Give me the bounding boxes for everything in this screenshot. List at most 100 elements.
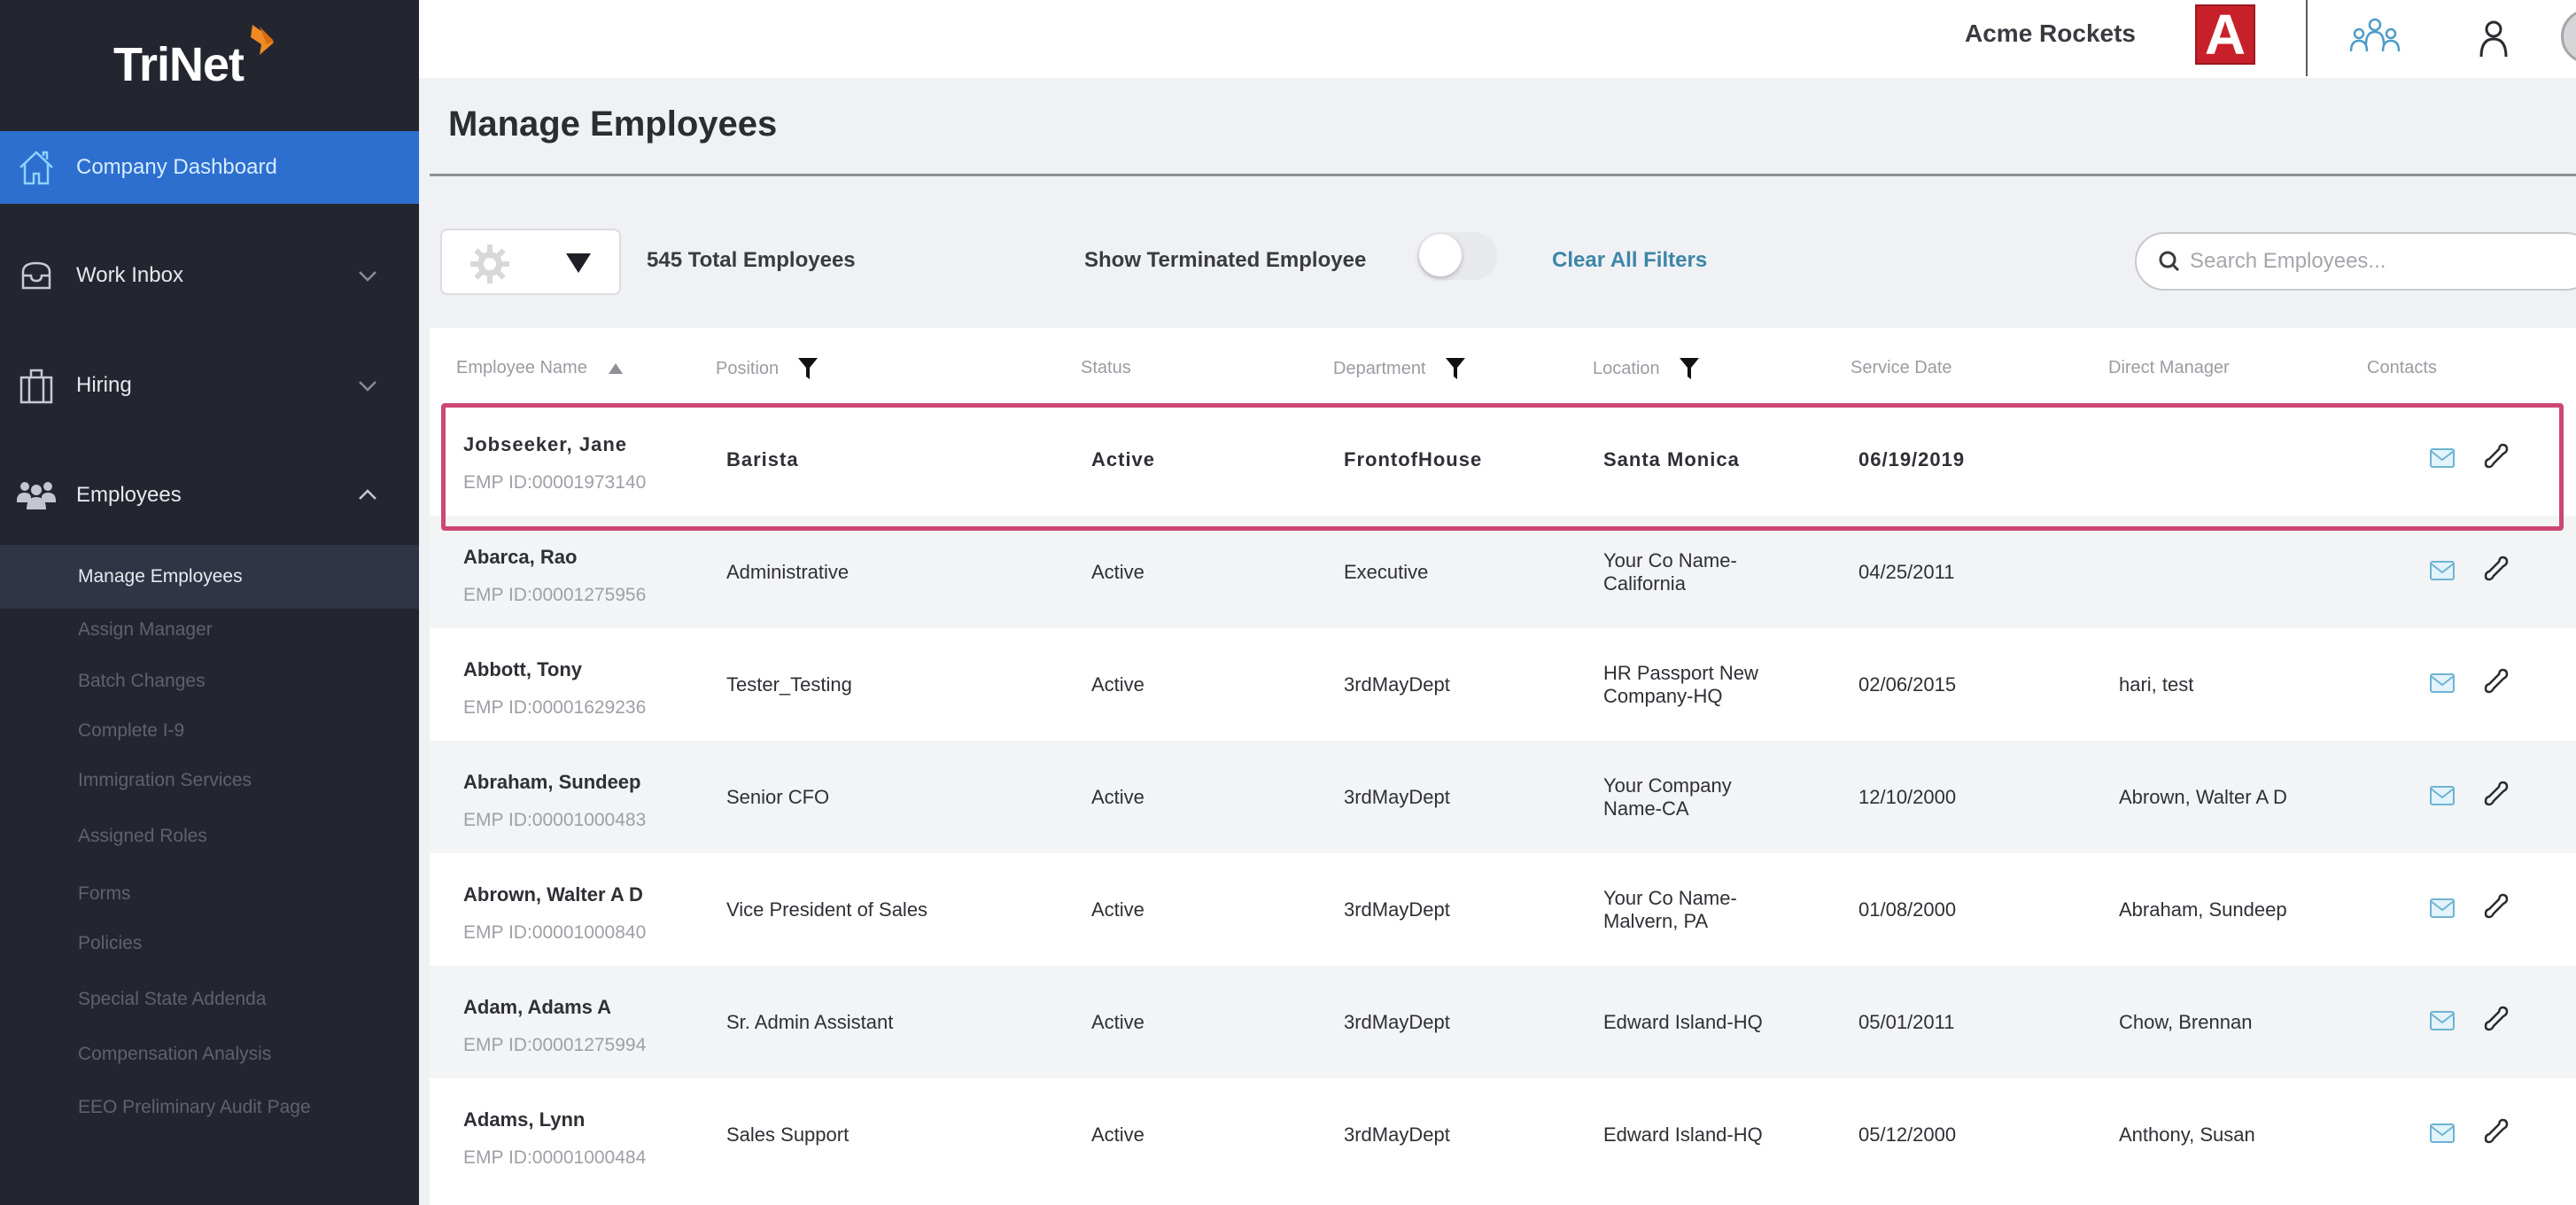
employee-status: Active	[1091, 1010, 1144, 1033]
column-header-status[interactable]: Status	[1081, 358, 1131, 378]
column-header-service-date[interactable]: Service Date	[1851, 358, 1952, 378]
column-label: Employee Name	[456, 358, 587, 377]
clear-all-filters-link[interactable]: Clear All Filters	[1552, 248, 1707, 273]
employee-department: 3rdMayDept	[1344, 898, 1450, 921]
column-label: Direct Manager	[2108, 358, 2230, 377]
table-row[interactable]: Adams, Lynn EMP ID:00001000484 Sales Sup…	[430, 1078, 2576, 1191]
sidebar-subitem-assigned-roles[interactable]: Assigned Roles	[0, 805, 419, 868]
employee-status: Active	[1091, 898, 1144, 921]
employee-name[interactable]: Abrown, Walter A D	[463, 883, 643, 906]
phone-icon[interactable]	[2483, 1117, 2510, 1147]
employee-service-date: 05/01/2011	[1858, 1010, 1955, 1033]
mail-icon[interactable]	[2429, 447, 2456, 469]
chevron-down-icon[interactable]	[354, 262, 381, 289]
employee-direct-manager: Anthony, Susan	[2119, 1123, 2255, 1146]
employee-department: 3rdMayDept	[1344, 1010, 1450, 1033]
column-header-department[interactable]: Department	[1333, 358, 1465, 379]
phone-icon[interactable]	[2483, 1005, 2510, 1035]
employee-status: Active	[1091, 447, 1156, 470]
title-divider	[430, 174, 2576, 176]
mail-icon[interactable]	[2429, 898, 2456, 919]
chevron-down-icon[interactable]	[354, 372, 381, 399]
toggle-knob	[1419, 234, 1462, 276]
employee-service-date: 02/06/2015	[1858, 672, 1957, 696]
search-box[interactable]	[2135, 232, 2576, 291]
sidebar-subitem-label: Policies	[78, 933, 143, 953]
column-header-direct-manager[interactable]: Direct Manager	[2108, 358, 2230, 378]
avatar[interactable]	[2561, 9, 2576, 64]
table-row[interactable]: Abrown, Walter A D EMP ID:00001000840 Vi…	[430, 853, 2576, 966]
logo-arrow-icon	[251, 25, 275, 55]
table-row[interactable]: Abarca, Rao EMP ID:00001275956 Administr…	[430, 516, 2576, 628]
employee-id: EMP ID:00001000840	[463, 922, 647, 943]
employee-id: EMP ID:00001629236	[463, 697, 647, 718]
phone-icon[interactable]	[2483, 555, 2510, 585]
sidebar-subitem-label: Assigned Roles	[78, 826, 207, 846]
employee-name[interactable]: Jobseeker, Jane	[463, 433, 627, 456]
employee-direct-manager: Chow, Brennan	[2119, 1010, 2253, 1033]
filter-icon[interactable]	[798, 358, 819, 379]
filter-icon[interactable]	[1679, 358, 1699, 379]
employee-position: Vice President of Sales	[726, 898, 928, 921]
employee-name[interactable]: Adam, Adams A	[463, 996, 611, 1019]
show-terminated-toggle[interactable]	[1417, 232, 1497, 280]
phone-icon[interactable]	[2483, 780, 2510, 810]
search-input[interactable]	[2190, 249, 2562, 274]
inbox-icon	[16, 255, 57, 296]
employee-name[interactable]: Abarca, Rao	[463, 546, 577, 569]
filter-icon[interactable]	[1445, 358, 1465, 379]
company-logo-letter: A	[2204, 3, 2246, 66]
phone-icon[interactable]	[2483, 667, 2510, 697]
table-row[interactable]: Abraham, Sundeep EMP ID:00001000483 Seni…	[430, 741, 2576, 853]
employee-name[interactable]: Abraham, Sundeep	[463, 771, 640, 794]
employee-location: Edward Island-HQ	[1603, 1123, 1763, 1146]
table-header: Employee Name Position Status Department…	[430, 328, 2576, 403]
employee-position: Tester_Testing	[726, 672, 852, 696]
top-header: Acme Rockets A	[419, 0, 2576, 78]
table-row[interactable]: Abbott, Tony EMP ID:00001629236 Tester_T…	[430, 628, 2576, 741]
trinet-logo[interactable]: TriNet	[113, 25, 279, 96]
sidebar-subitem-policies[interactable]: Policies	[0, 912, 419, 976]
mail-icon[interactable]	[2429, 1010, 2456, 1031]
employee-name[interactable]: Abbott, Tony	[463, 658, 582, 681]
column-label: Service Date	[1851, 358, 1952, 377]
mail-icon[interactable]	[2429, 560, 2456, 581]
phone-icon[interactable]	[2483, 442, 2510, 472]
sidebar-subitem-eeo-audit[interactable]: EEO Preliminary Audit Page	[0, 1076, 419, 1139]
sidebar-item-label: Employees	[76, 483, 182, 507]
home-icon	[16, 147, 57, 188]
employee-location: Your Company Name-CA	[1603, 774, 1732, 820]
user-icon[interactable]	[2478, 19, 2510, 58]
team-icon[interactable]	[2348, 18, 2401, 57]
employee-position: Sr. Admin Assistant	[726, 1010, 894, 1033]
sidebar-subitem-label: Assign Manager	[78, 619, 213, 640]
mail-icon[interactable]	[2429, 1123, 2456, 1144]
show-terminated-label: Show Terminated Employee	[1084, 248, 1367, 272]
sidebar-item-work-inbox[interactable]: Work Inbox	[0, 239, 419, 312]
column-label: Status	[1081, 358, 1131, 377]
sidebar-subitem-immigration-services[interactable]: Immigration Services	[0, 749, 419, 812]
chevron-up-icon[interactable]	[354, 482, 381, 509]
employee-location: Your Co Name-Malvern, PA	[1603, 886, 1737, 932]
sidebar-item-label: Company Dashboard	[76, 155, 277, 179]
phone-icon[interactable]	[2483, 892, 2510, 922]
sidebar-item-employees[interactable]: Employees	[0, 459, 419, 532]
settings-dropdown-button[interactable]	[440, 229, 621, 295]
sidebar-subitem-label: Special State Addenda	[78, 989, 267, 1009]
page-title: Manage Employees	[448, 105, 778, 144]
mail-icon[interactable]	[2429, 672, 2456, 694]
column-header-employee-name[interactable]: Employee Name	[456, 358, 623, 378]
employee-name[interactable]: Adams, Lynn	[463, 1108, 585, 1131]
sidebar-item-company-dashboard[interactable]: Company Dashboard	[0, 131, 419, 204]
employee-department: Executive	[1344, 560, 1429, 583]
table-row[interactable]: Adam, Adams A EMP ID:00001275994 Sr. Adm…	[430, 966, 2576, 1078]
mail-icon[interactable]	[2429, 785, 2456, 806]
column-header-location[interactable]: Location	[1593, 358, 1699, 379]
table-row-selected[interactable]: Jobseeker, Jane EMP ID:00001973140 Baris…	[430, 403, 2576, 516]
employee-id: EMP ID:00001275956	[463, 585, 647, 605]
total-employees-count: 545 Total Employees	[647, 248, 856, 272]
sort-ascending-icon[interactable]	[608, 362, 623, 374]
sidebar-item-hiring[interactable]: Hiring	[0, 349, 419, 422]
column-header-position[interactable]: Position	[716, 358, 819, 379]
employee-position: Administrative	[726, 560, 850, 583]
